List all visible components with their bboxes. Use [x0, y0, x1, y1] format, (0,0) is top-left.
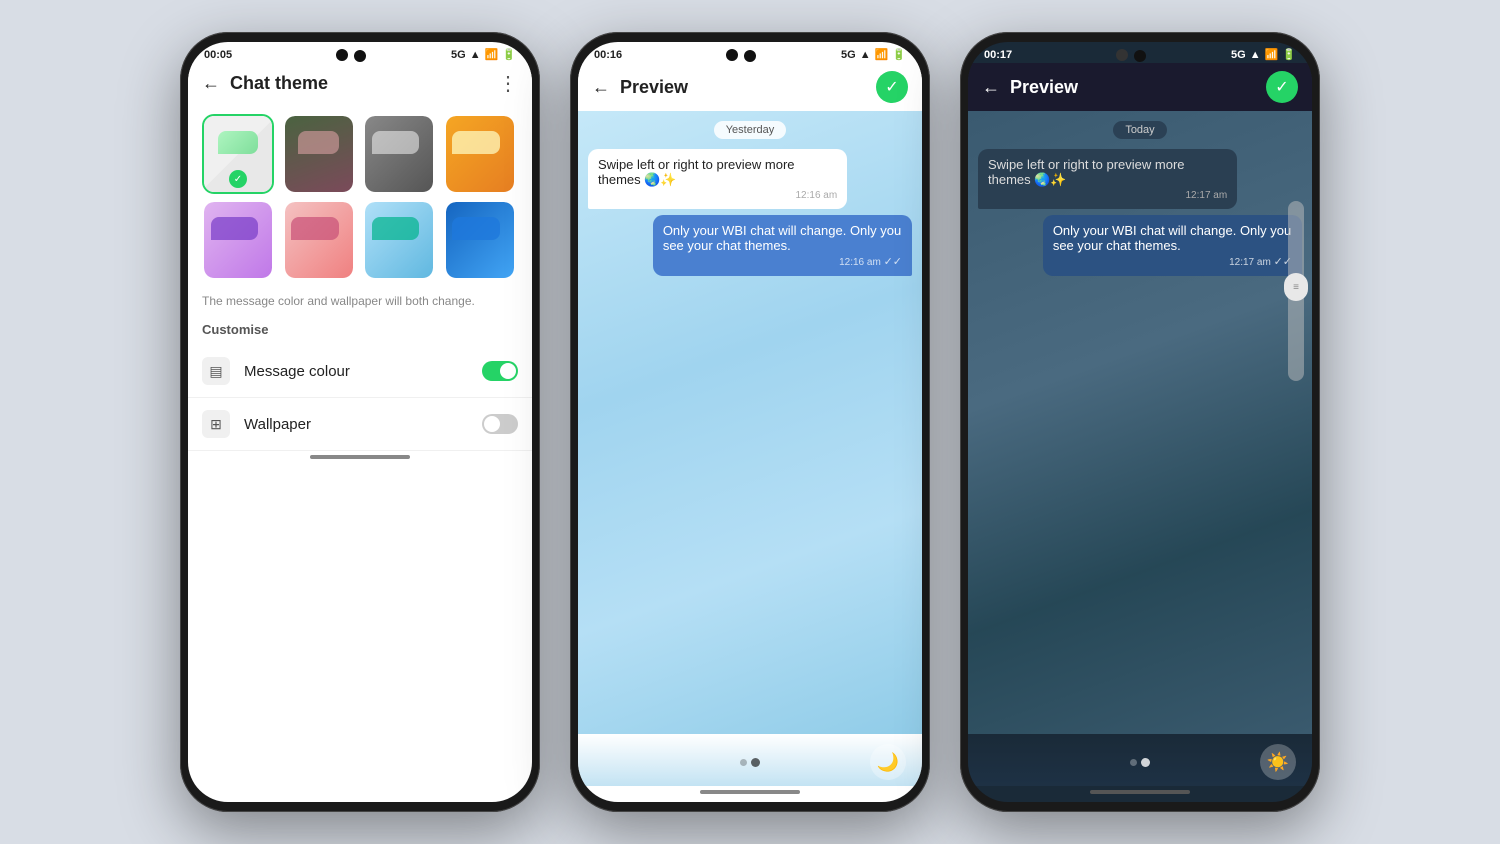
back-button-2[interactable]: ← [592, 77, 610, 98]
msg-text-2-sent: Only your WBI chat will change. Only you… [663, 223, 901, 253]
status-icons-3: 5G ▲ 📶 🔋 [1231, 48, 1296, 61]
battery-icon-1: 🔋 [502, 48, 516, 61]
msg-text-2-1: Swipe left or right to preview more them… [598, 157, 795, 187]
preview-bottom-3: ☀️ [968, 734, 1312, 786]
wallpaper-item[interactable]: ⊞ Wallpaper [188, 398, 532, 451]
home-bar-3 [1090, 790, 1190, 794]
app-bar-3: ← Preview ✓ [968, 63, 1312, 111]
msg-text-3-sent: Only your WBI chat will change. Only you… [1053, 223, 1291, 253]
more-options-1[interactable]: ⋮ [498, 71, 518, 96]
msg-time-3-1: 12:17 am [988, 190, 1227, 201]
wifi-icon-1: 📶 [485, 48, 499, 61]
app-bar-2: ← Preview ✓ [578, 63, 922, 111]
page-title-2: Preview [620, 77, 866, 98]
theme-item-2[interactable] [283, 114, 355, 194]
network-icon-2: 5G [841, 49, 856, 61]
customise-label: Customise [188, 318, 532, 345]
status-time-3: 00:17 [984, 49, 1012, 61]
phones-container: 00:05 5G ▲ 📶 🔋 ← Chat theme ⋮ ✓ [0, 0, 1500, 844]
page-title-1: Chat theme [230, 73, 488, 94]
wifi-icon-2: 📶 [875, 48, 889, 61]
theme-item-4[interactable] [444, 114, 516, 194]
status-icons-1: 5G ▲ 📶 🔋 [451, 48, 516, 61]
chat-messages-2: Yesterday Swipe left or right to preview… [578, 111, 922, 286]
moon-button-2[interactable]: 🌙 [870, 744, 906, 780]
home-bar-2 [700, 790, 800, 794]
signal-icon-3: ▲ [1250, 49, 1261, 61]
battery-icon-2: 🔋 [892, 48, 906, 61]
network-icon-3: 5G [1231, 49, 1246, 61]
msg-received-2-1: Swipe left or right to preview more them… [588, 149, 847, 209]
dot-2-2 [751, 758, 760, 767]
theme-item-6[interactable] [283, 200, 355, 280]
wifi-icon-3: 📶 [1265, 48, 1279, 61]
dot-3-1 [1130, 759, 1137, 766]
phone-1-screen: 00:05 5G ▲ 📶 🔋 ← Chat theme ⋮ ✓ [188, 42, 532, 802]
scroll-handle-3[interactable]: ≡ [1284, 273, 1308, 301]
dot-3-2 [1141, 758, 1150, 767]
chat-messages-3: Today Swipe left or right to preview mor… [968, 111, 1312, 286]
scroll-thumb-3[interactable]: ≡ [1288, 201, 1304, 381]
status-time-2: 00:16 [594, 49, 622, 61]
sun-button-3[interactable]: ☀️ [1260, 744, 1296, 780]
status-bar-1: 00:05 5G ▲ 📶 🔋 [188, 42, 532, 63]
app-bar-1: ← Chat theme ⋮ [188, 63, 532, 104]
phone-3: 00:17 5G ▲ 📶 🔋 ← Preview ✓ Today [960, 32, 1320, 812]
battery-icon-3: 🔋 [1282, 48, 1296, 61]
back-button-1[interactable]: ← [202, 73, 220, 94]
network-icon-1: 5G [451, 49, 466, 61]
home-bar-1 [310, 455, 410, 459]
signal-icon-2: ▲ [860, 49, 871, 61]
msg-text-3-1: Swipe left or right to preview more them… [988, 157, 1185, 187]
theme-check-1: ✓ [229, 170, 247, 188]
dot-2-1 [740, 759, 747, 766]
dot-indicator-2 [740, 758, 760, 767]
date-pill-2: Yesterday [714, 121, 787, 139]
confirm-button-3[interactable]: ✓ [1266, 71, 1298, 103]
msg-time-3-sent: 12:17 am ✓✓ [1053, 255, 1292, 268]
message-colour-toggle[interactable] [482, 361, 518, 381]
chat-bg-3: Today Swipe left or right to preview mor… [968, 111, 1312, 734]
msg-sent-3-1: Only your WBI chat will change. Only you… [1043, 215, 1302, 276]
wallpaper-toggle[interactable] [482, 414, 518, 434]
wallpaper-label: Wallpaper [244, 416, 468, 433]
message-colour-item[interactable]: ▤ Message colour [188, 345, 532, 398]
status-icons-2: 5G ▲ 📶 🔋 [841, 48, 906, 61]
status-time-1: 00:05 [204, 49, 232, 61]
msg-time-2-sent: 12:16 am ✓✓ [663, 255, 902, 268]
theme-item-3[interactable] [363, 114, 435, 194]
info-text: The message color and wallpaper will bot… [188, 290, 532, 318]
msg-time-2-1: 12:16 am [598, 190, 837, 201]
message-colour-icon: ▤ [202, 357, 230, 385]
phone-1: 00:05 5G ▲ 📶 🔋 ← Chat theme ⋮ ✓ [180, 32, 540, 812]
msg-sent-2-1: Only your WBI chat will change. Only you… [653, 215, 912, 276]
message-colour-label: Message colour [244, 363, 468, 380]
dot-indicator-3 [1130, 758, 1150, 767]
phone-2: 00:16 5G ▲ 📶 🔋 ← Preview ✓ Yesterday [570, 32, 930, 812]
confirm-button-2[interactable]: ✓ [876, 71, 908, 103]
theme-item-7[interactable] [363, 200, 435, 280]
status-bar-2: 00:16 5G ▲ 📶 🔋 [578, 42, 922, 63]
signal-icon-1: ▲ [470, 49, 481, 61]
preview-bottom-2: 🌙 [578, 734, 922, 786]
back-button-3[interactable]: ← [982, 77, 1000, 98]
ticks-2: ✓✓ [884, 256, 902, 268]
theme-grid: ✓ [188, 104, 532, 290]
status-bar-3: 00:17 5G ▲ 📶 🔋 [968, 42, 1312, 63]
theme-item-5[interactable] [202, 200, 274, 280]
theme-item-8[interactable] [444, 200, 516, 280]
phone-3-screen: 00:17 5G ▲ 📶 🔋 ← Preview ✓ Today [968, 42, 1312, 802]
chat-bg-2: Yesterday Swipe left or right to preview… [578, 111, 922, 734]
phone-2-screen: 00:16 5G ▲ 📶 🔋 ← Preview ✓ Yesterday [578, 42, 922, 802]
theme-item-1[interactable]: ✓ [202, 114, 274, 194]
msg-received-3-1: Swipe left or right to preview more them… [978, 149, 1237, 209]
wallpaper-icon: ⊞ [202, 410, 230, 438]
date-pill-3: Today [1113, 121, 1166, 139]
page-title-3: Preview [1010, 77, 1256, 98]
